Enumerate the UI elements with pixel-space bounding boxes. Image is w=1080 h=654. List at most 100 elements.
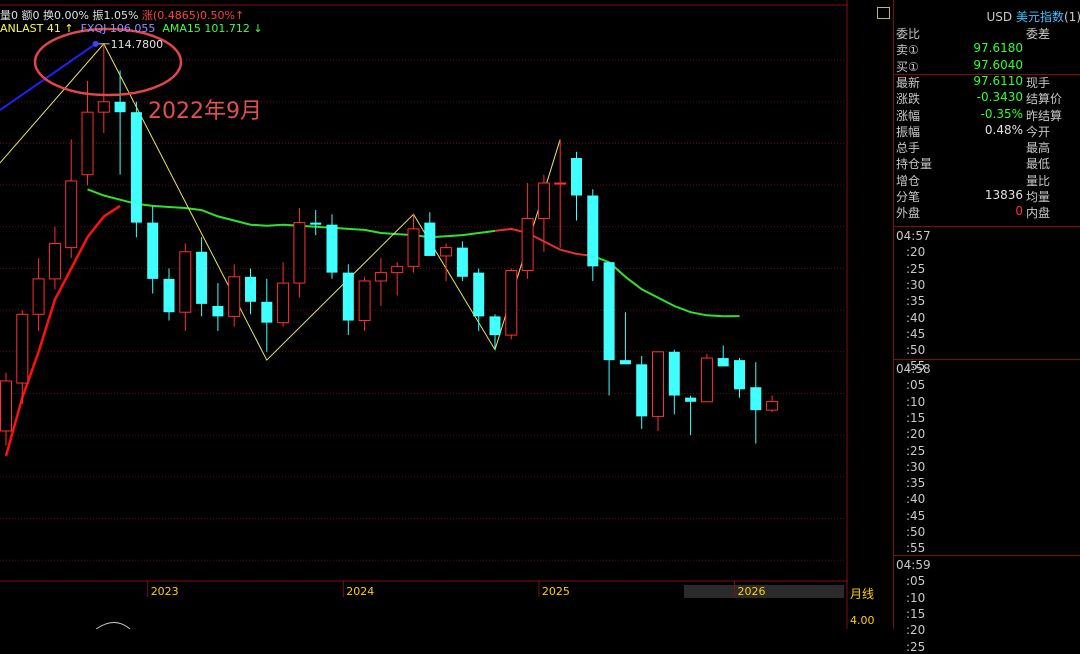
timeline-label: :10 — [906, 590, 926, 605]
quote-label-2: 最低 — [1026, 157, 1051, 172]
candle-body — [261, 301, 273, 323]
candle-body — [81, 111, 94, 176]
quote-row: 持仓量 最低 — [894, 155, 1080, 171]
quote-label-2: 委差 — [1026, 27, 1051, 41]
quote-row: 振幅 0.48% 今开 — [894, 123, 1080, 139]
candle-body — [440, 247, 453, 257]
quote-label-2: 最高 — [1026, 141, 1051, 156]
timeline-label: :35 — [906, 294, 926, 309]
timeline-label: 04:57 — [896, 229, 931, 243]
candle-body — [342, 272, 354, 321]
quote-row: 总手 最高 — [894, 139, 1080, 155]
x-tick-label: 2023 — [151, 585, 179, 598]
timeline-label: :55 — [906, 541, 926, 556]
candle-body — [293, 222, 306, 284]
volume-stat: 量0 — [0, 9, 18, 22]
quote-row: 外盘 0 内盘 — [894, 204, 1080, 220]
timeline-label: :50 — [906, 343, 926, 358]
candle-body — [16, 313, 29, 384]
candlestick-chart[interactable]: 114.0000112.0000110.0000108.0000106.0000… — [0, 0, 848, 629]
quote-value: 0 — [1015, 204, 1023, 219]
candle-body — [147, 222, 159, 279]
period-label[interactable]: 月线 — [850, 585, 890, 601]
instrument-name[interactable]: 美元指数 — [1016, 10, 1064, 24]
quote-row: 涨跌 -0.3430 结算价 — [894, 90, 1080, 106]
candles-group — [0, 43, 779, 446]
candle-body — [130, 112, 142, 223]
quote-label-2: 今开 — [1026, 124, 1051, 139]
candle-body — [179, 251, 192, 313]
candle-body — [685, 397, 697, 402]
timeline-label: :05 — [906, 574, 926, 589]
quote-row: 最新 97.6110 现手 — [894, 74, 1080, 90]
quote-row: 买① 97.6040 — [894, 58, 1080, 74]
timeline-label: :15 — [906, 410, 926, 425]
candle-body — [163, 278, 175, 313]
x-tick-label: 2025 — [542, 585, 570, 598]
amount-stat: 额0 — [21, 9, 40, 22]
quote-label-2: 昨结算 — [1026, 108, 1063, 123]
candle-body — [407, 228, 420, 267]
candle-body — [196, 251, 208, 304]
window-square-icon[interactable] — [877, 7, 890, 19]
candle-body — [700, 357, 713, 403]
timeline-divider — [894, 555, 1080, 556]
up-arrow-icon: ↑ — [234, 9, 245, 22]
candle-body — [619, 360, 631, 365]
candle-body — [489, 316, 501, 336]
timeline-label: :20 — [906, 623, 926, 638]
up-arrow-icon: ↑ — [64, 22, 74, 35]
candle-body — [521, 217, 534, 272]
candle-body — [717, 358, 729, 367]
candle-body — [424, 222, 436, 256]
timeline-label: :30 — [906, 277, 926, 292]
timeline-label: :50 — [906, 525, 926, 539]
time-axis: 2023 2024 2025 2026 — [147, 581, 844, 598]
quote-label-2: 量比 — [1026, 173, 1051, 188]
quote-label: 买① — [896, 59, 919, 74]
timeline-divider — [894, 359, 1080, 360]
quote-label-2: 内盘 — [1026, 206, 1051, 221]
timeline-label: :20 — [906, 427, 926, 442]
quote-label-2: 现手 — [1026, 75, 1051, 90]
panel-title: USD 美元指数(1) — [894, 8, 1080, 25]
timeline-label: :25 — [906, 639, 926, 654]
down-arrow-icon: ↓ — [253, 22, 263, 35]
candle-body — [0, 380, 12, 432]
stats-line: 量0 额0 换0.00% 振1.05% 涨(0.4865)0.50%↑ — [0, 7, 244, 23]
timeline-label: 04:58 — [896, 362, 931, 376]
turnover-stat: 换0.00% — [43, 9, 89, 22]
annotation-overlay: 114.7800 2022年9月 — [33, 27, 262, 629]
ama-value: AMA15 101.712 — [162, 22, 250, 35]
x-tick-label: 2024 — [346, 585, 374, 598]
candle-body — [326, 224, 338, 273]
indicator-line: ANLAST 41 ↑ FXQJ 106.055 AMA15 101.712 ↓ — [0, 22, 263, 35]
quote-value: -0.3430 — [976, 90, 1023, 105]
quote-label: 振幅 — [896, 124, 921, 139]
timeline-label: :10 — [906, 394, 926, 409]
amplitude-stat: 振1.05% — [92, 9, 139, 22]
candle-body — [97, 101, 110, 113]
volume-axis-tick: 4.00 — [850, 614, 875, 627]
candle-body — [587, 195, 599, 267]
timeline-label: :45 — [906, 508, 926, 523]
partial-arc — [95, 622, 131, 629]
rise-stat: 涨(0.4865)0.50% — [141, 9, 235, 22]
timeline-label: :20 — [906, 245, 926, 260]
timeline-label: :35 — [906, 476, 926, 491]
candle-body — [766, 401, 779, 411]
candle-body — [374, 272, 387, 282]
candle-body — [48, 242, 61, 280]
peak-date-label: 2022年9月 — [148, 99, 262, 124]
candle-body — [391, 265, 404, 274]
quote-label: 涨跌 — [896, 92, 921, 107]
ama15-line-down — [592, 255, 740, 318]
candle-body — [212, 305, 224, 317]
indicator-series — [0, 42, 740, 457]
quote-row: 委比 委差 — [894, 25, 1080, 41]
quote-label: 增仓 — [896, 173, 921, 188]
quote-label: 委比 — [896, 27, 921, 41]
candle-body — [473, 272, 485, 317]
price-axis-band — [848, 0, 893, 629]
candle-body — [358, 280, 371, 322]
